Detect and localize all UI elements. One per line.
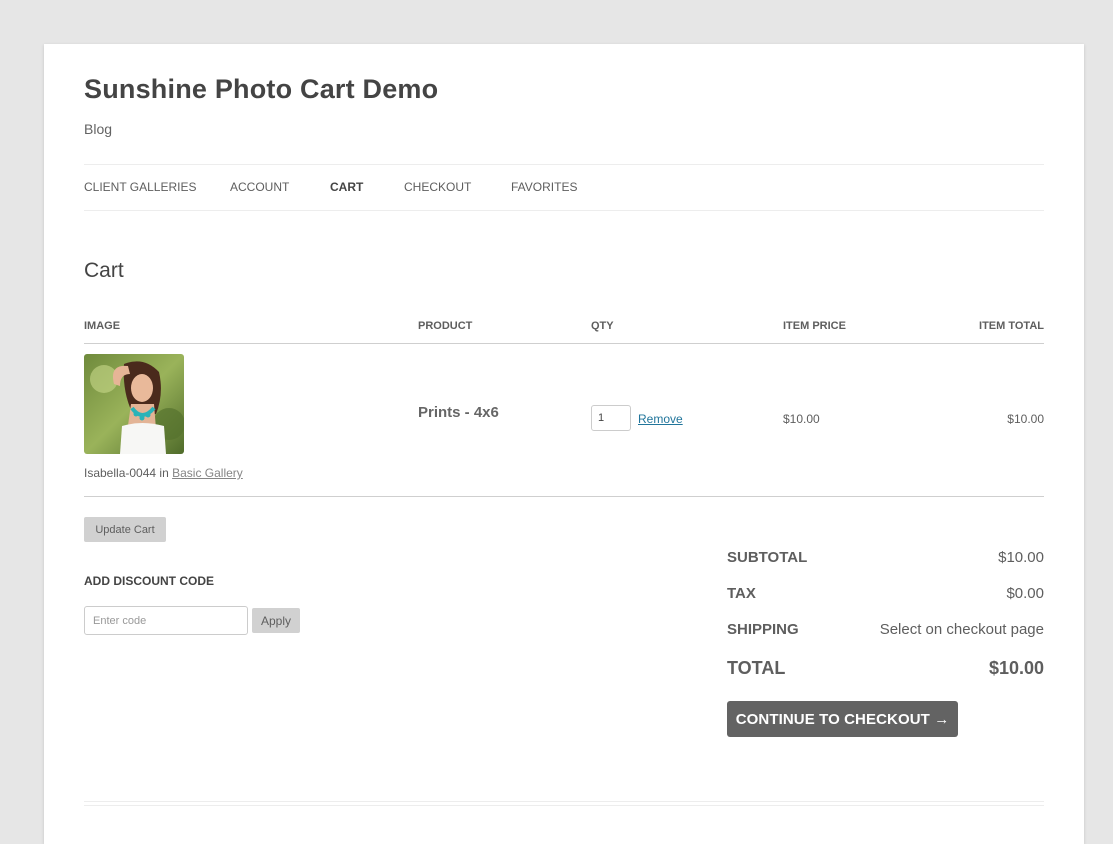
tax-value: $0.00: [1006, 585, 1044, 602]
column-header-product: PRODUCT: [418, 320, 473, 332]
remove-link[interactable]: Remove: [638, 412, 683, 426]
update-cart-button[interactable]: Update Cart: [84, 517, 166, 542]
continue-to-checkout-button[interactable]: CONTINUE TO CHECKOUT →: [727, 701, 958, 737]
footer-divider: [84, 801, 1044, 806]
image-caption: Isabella-0044 in Basic Gallery: [84, 466, 243, 480]
item-total: $10.00: [1007, 412, 1044, 426]
site-description: Blog: [84, 121, 113, 137]
total-value: $10.00: [988, 658, 1044, 678]
table-header-divider: [84, 343, 1044, 344]
nav-item-checkout[interactable]: CHECKOUT: [404, 180, 471, 194]
nav-item-account[interactable]: ACCOUNT: [230, 180, 289, 194]
subtotal-label: SUBTOTAL: [727, 549, 808, 566]
discount-heading: ADD DISCOUNT CODE: [84, 574, 215, 588]
product-name: Prints - 4x6: [418, 404, 499, 421]
quantity-input[interactable]: [591, 405, 631, 431]
shipping-label: SHIPPING: [727, 621, 799, 638]
total-label: TOTAL: [727, 658, 786, 678]
product-thumbnail[interactable]: [84, 354, 184, 454]
column-header-qty: QTY: [591, 320, 614, 332]
image-name: Isabella-0044: [84, 466, 157, 480]
site-title[interactable]: Sunshine Photo Cart Demo: [84, 74, 438, 105]
main-nav: CLIENT GALLERIES ACCOUNT CART CHECKOUT F…: [84, 164, 1044, 211]
apply-discount-button[interactable]: Apply: [252, 608, 300, 633]
photo-thumbnail-image: [84, 354, 184, 454]
nav-item-client-galleries[interactable]: CLIENT GALLERIES: [84, 180, 197, 194]
gallery-link[interactable]: Basic Gallery: [172, 466, 243, 480]
column-header-item-total: ITEM TOTAL: [979, 320, 1044, 332]
column-header-item-price: ITEM PRICE: [783, 320, 846, 332]
item-price: $10.00: [783, 412, 820, 426]
page-title: Cart: [84, 259, 124, 282]
shipping-value: Select on checkout page: [879, 621, 1044, 638]
subtotal-value: $10.00: [998, 549, 1044, 566]
table-row-divider: [84, 496, 1044, 497]
caption-in-text: in: [159, 466, 169, 480]
nav-item-cart[interactable]: CART: [330, 180, 363, 194]
column-header-image: IMAGE: [84, 320, 121, 332]
page-container: Sunshine Photo Cart Demo Blog CLIENT GAL…: [44, 44, 1084, 844]
nav-item-favorites[interactable]: FAVORITES: [511, 180, 577, 194]
tax-label: TAX: [727, 585, 756, 602]
discount-code-input[interactable]: [84, 606, 248, 635]
